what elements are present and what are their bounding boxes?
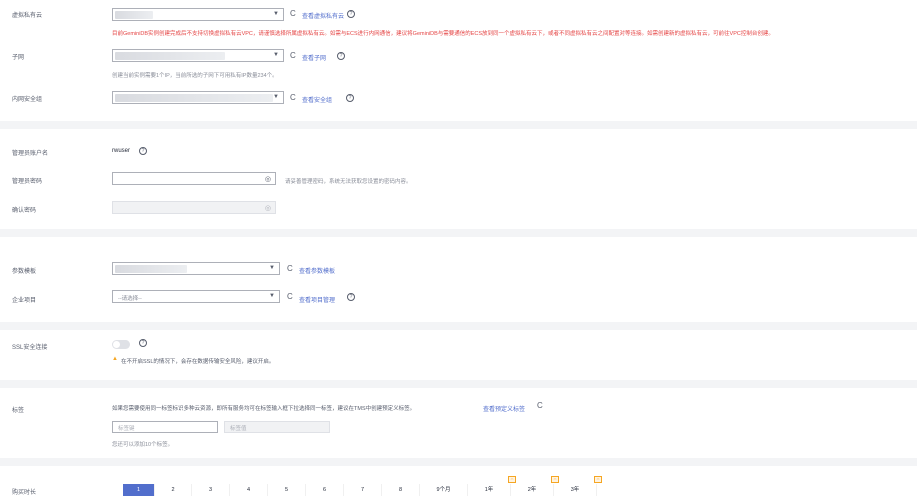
confirm-password-input[interactable]: ◎ xyxy=(112,201,276,214)
section-divider xyxy=(0,121,917,129)
ssl-label: SSL安全连接 xyxy=(12,345,48,351)
password-label: 管理员密码 xyxy=(12,179,43,185)
help-icon[interactable]: ? xyxy=(139,147,147,155)
eye-hidden-icon[interactable]: ◎ xyxy=(265,175,271,183)
duration-option-label: 3年 xyxy=(570,487,580,493)
eye-hidden-icon: ◎ xyxy=(264,205,271,212)
chevron-down-icon: ▼ xyxy=(269,265,275,271)
admin-username: rwuser xyxy=(112,148,131,154)
view-project-management-link[interactable]: 查看项目管理 xyxy=(299,295,335,304)
duration-option-3-year[interactable]: 3年 ▭ xyxy=(554,476,602,496)
view-subnet-link[interactable]: 查看子网 xyxy=(302,53,326,62)
duration-option-2-year[interactable]: 2年 ▭ xyxy=(511,476,559,496)
duration-option[interactable]: 8 xyxy=(382,484,420,496)
help-icon[interactable]: ? xyxy=(347,10,355,18)
enterprise-project-select[interactable]: --请选择-- ▼ xyxy=(112,290,280,303)
help-icon[interactable]: ? xyxy=(347,293,355,301)
password-hint: 请妥善管理密码，系统无法获取您设置的密码内容。 xyxy=(285,179,412,185)
duration-option[interactable]: 1 xyxy=(123,484,155,496)
tags-description: 如果您需要使用同一标签标识多种云资源，即所有服务均可在标签输入框下拉选择同一标签… xyxy=(112,406,416,412)
help-icon[interactable]: ? xyxy=(139,339,147,347)
refresh-icon[interactable]: C xyxy=(290,52,296,60)
subnet-select[interactable]: ▼ xyxy=(112,49,284,62)
section-divider xyxy=(0,380,917,388)
subnet-value xyxy=(115,52,225,60)
security-group-select[interactable]: ▼ xyxy=(112,91,284,104)
refresh-icon[interactable]: C xyxy=(290,94,296,102)
tag-key-input[interactable]: 标签键 xyxy=(112,421,218,433)
toggle-knob xyxy=(113,341,120,348)
security-group-label: 内网安全组 xyxy=(12,97,43,103)
help-icon[interactable]: ? xyxy=(346,94,354,102)
param-template-select[interactable]: ▼ xyxy=(112,262,280,275)
ssl-warning: 在不开启SSL的情况下，会存在数据传输安全风险，建议开启。 xyxy=(121,359,275,365)
password-input[interactable]: ◎ xyxy=(112,172,276,185)
enterprise-project-label: 企业项目 xyxy=(12,298,37,304)
section-divider xyxy=(0,229,917,237)
view-param-template-link[interactable]: 查看参数模板 xyxy=(299,266,335,275)
tags-hint: 您还可以添加10个标签。 xyxy=(112,442,174,448)
duration-option[interactable]: 5 xyxy=(268,484,306,496)
chevron-down-icon: ▼ xyxy=(273,94,279,100)
duration-option[interactable]: 2 xyxy=(155,484,192,496)
duration-option[interactable]: 4 xyxy=(230,484,268,496)
duration-option[interactable]: 9个月 xyxy=(420,484,468,496)
duration-option[interactable]: 7 xyxy=(344,484,382,496)
vpc-label: 虚拟私有云 xyxy=(12,13,43,19)
section-divider xyxy=(0,458,917,466)
duration-option-label: 2年 xyxy=(527,487,537,493)
duration-label: 购买时长 xyxy=(12,490,37,496)
refresh-icon[interactable]: C xyxy=(537,402,543,410)
warning-icon: ▲ xyxy=(112,356,118,362)
ssl-toggle[interactable] xyxy=(112,340,130,349)
tags-label: 标签 xyxy=(12,408,25,414)
chevron-down-icon: ▼ xyxy=(269,293,275,299)
chevron-down-icon: ▼ xyxy=(273,52,279,58)
view-predefined-tags-link[interactable]: 查看预定义标签 xyxy=(483,404,525,413)
subnet-label: 子网 xyxy=(12,55,25,61)
view-security-group-link[interactable]: 查看安全组 xyxy=(302,95,332,104)
vpc-warning: 目前GeminiDB实例创建完成后不支持切换虚拟私有云VPC，请谨慎选择所属虚拟… xyxy=(112,31,774,37)
chevron-down-icon: ▼ xyxy=(273,11,279,17)
enterprise-project-placeholder: --请选择-- xyxy=(118,296,142,302)
discount-badge-icon: ▭ xyxy=(551,476,559,483)
duration-option-label: 1年 xyxy=(484,487,494,493)
section-divider xyxy=(0,322,917,330)
duration-selector: 1 2 3 4 5 6 7 8 9个月 1年 ▭ 2年 ▭ 3年 ▭ xyxy=(123,476,602,496)
vpc-select[interactable]: ▼ xyxy=(112,8,284,21)
refresh-icon[interactable]: C xyxy=(290,10,296,18)
duration-option[interactable]: 3 xyxy=(192,484,230,496)
view-vpc-link[interactable]: 查看虚拟私有云 xyxy=(302,11,344,20)
refresh-icon[interactable]: C xyxy=(287,265,293,273)
admin-label: 管理员账户名 xyxy=(12,151,49,157)
duration-option[interactable]: 6 xyxy=(306,484,344,496)
tag-value-input[interactable]: 标签值 xyxy=(224,421,330,433)
confirm-password-label: 确认密码 xyxy=(12,208,37,214)
refresh-icon[interactable]: C xyxy=(287,293,293,301)
vpc-value xyxy=(115,11,153,19)
help-icon[interactable]: ? xyxy=(337,52,345,60)
subnet-hint: 创建当前实例需要1个IP，当前所选的子网下可用私有IP数量234个。 xyxy=(112,73,278,79)
duration-option-1-year[interactable]: 1年 ▭ xyxy=(468,476,516,496)
discount-badge-icon: ▭ xyxy=(594,476,602,483)
param-template-value xyxy=(115,265,187,273)
discount-badge-icon: ▭ xyxy=(508,476,516,483)
param-template-label: 参数模板 xyxy=(12,269,37,275)
security-group-value xyxy=(115,94,273,102)
